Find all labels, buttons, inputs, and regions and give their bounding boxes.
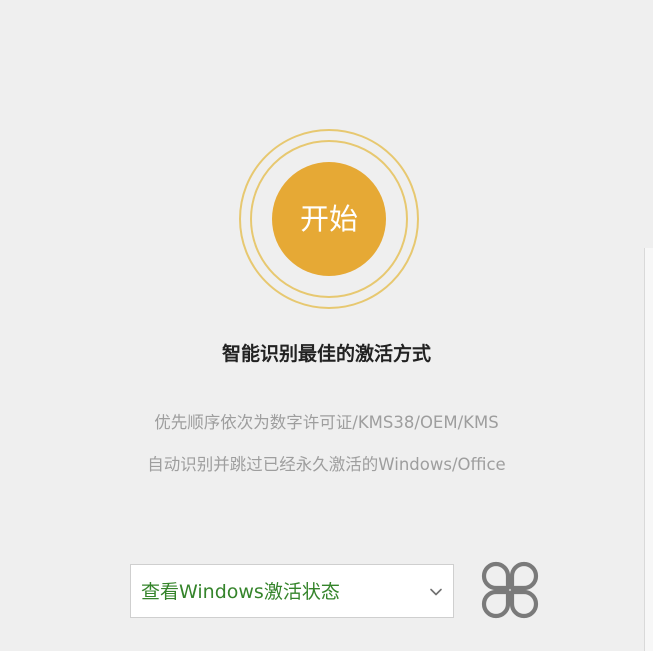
apps-icon (481, 561, 539, 619)
right-panel-edge (644, 248, 653, 651)
activation-status-select-value: 查看Windows激活状态 (141, 581, 340, 603)
start-button[interactable]: 开始 (272, 162, 386, 276)
description-line-2: 自动识别并跳过已经永久激活的Windows/Office (147, 455, 506, 474)
activation-status-select[interactable]: 查看Windows激活状态 (130, 564, 454, 618)
headline: 智能识别最佳的激活方式 (221, 343, 431, 365)
activation-panel: 开始 智能识别最佳的激活方式 优先顺序依次为数字许可证/KMS38/OEM/KM… (0, 0, 653, 651)
chevron-down-icon (430, 588, 442, 596)
apps-button[interactable] (480, 560, 540, 620)
description-line-1: 优先顺序依次为数字许可证/KMS38/OEM/KMS (154, 413, 499, 432)
